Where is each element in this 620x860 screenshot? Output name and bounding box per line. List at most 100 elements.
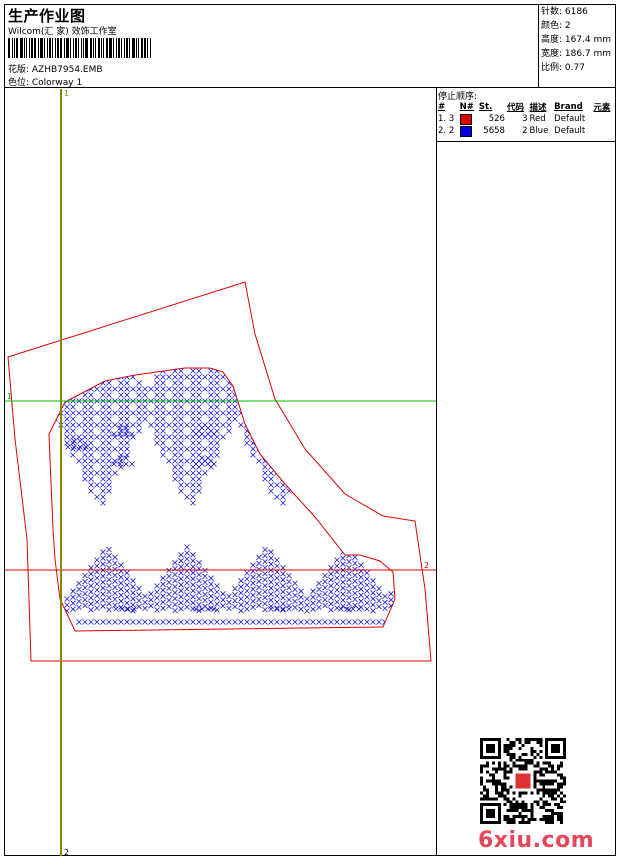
stitch-cross	[238, 596, 244, 602]
stitch-cross	[190, 494, 196, 500]
qr-module	[542, 794, 546, 798]
stitch-cross	[124, 576, 130, 582]
stitch-cross	[52, 392, 58, 398]
stitch-cross	[190, 452, 196, 458]
stitch-cross	[178, 600, 184, 606]
qr-module	[521, 791, 525, 795]
stitch-cross	[112, 386, 118, 392]
qr-module	[551, 779, 555, 783]
stitch-cross	[190, 600, 196, 606]
qr-module	[480, 797, 483, 801]
stitch-cross	[286, 606, 292, 612]
design-canvas[interactable]: 1 2 1 2	[5, 89, 436, 856]
stitch-cross	[100, 428, 106, 434]
stitch-cross	[199, 461, 205, 467]
barcode-bar	[116, 38, 117, 58]
qr-module	[548, 821, 552, 824]
stitch-cross	[76, 619, 82, 625]
qr-module	[563, 800, 566, 804]
stitch-cross	[196, 380, 202, 386]
qr-module	[506, 770, 510, 774]
stitch-cross	[136, 392, 142, 398]
stitch-cross	[142, 599, 148, 606]
stitch-cross	[358, 580, 364, 586]
stitch-cross	[71, 444, 77, 450]
stitch-cross	[178, 440, 184, 446]
stitch-cross	[64, 404, 70, 410]
stitch-cross	[172, 464, 178, 470]
stitch-cross	[88, 392, 94, 398]
stitch-cross	[286, 452, 292, 458]
stitch-cross	[280, 380, 286, 386]
stitch-cross	[268, 458, 274, 464]
stitch-cross	[286, 584, 292, 591]
barcode-bar	[70, 38, 71, 58]
stitch-cross	[160, 587, 166, 593]
stitch-cross	[257, 363, 262, 368]
stitch-cross	[256, 590, 262, 597]
barcode-bar	[90, 38, 92, 58]
qr-module	[512, 821, 516, 824]
stitch-cross	[172, 619, 178, 625]
stitch-cross	[100, 470, 106, 476]
guide-label-top: 1	[64, 89, 69, 98]
qr-module	[548, 818, 552, 822]
stitch-cross	[88, 428, 94, 434]
qr-module	[509, 800, 513, 804]
stitch-cross	[196, 589, 202, 596]
stitch-cross	[244, 410, 250, 416]
stitch-cross	[184, 470, 190, 476]
barcode-bar	[60, 38, 62, 58]
stitch-cross	[118, 568, 124, 574]
stitch-cross	[190, 446, 196, 452]
qr-module	[518, 764, 522, 768]
stitch-cross	[124, 386, 130, 392]
stitch-cross	[70, 410, 76, 416]
stitch-cross	[281, 363, 286, 368]
stitch-cross	[106, 428, 112, 434]
qr-module	[503, 773, 507, 777]
stitch-cross	[112, 446, 118, 452]
stitch-cross	[256, 578, 262, 585]
stitch-cross	[268, 404, 274, 410]
stitch-cross	[280, 577, 286, 583]
qr-finder	[485, 809, 495, 819]
qr-module	[545, 761, 549, 765]
qr-module	[500, 785, 504, 789]
stitch-cross	[119, 363, 124, 368]
stitch-cross	[340, 585, 346, 591]
stitch-cross	[70, 588, 76, 594]
stitch-cross	[94, 374, 100, 380]
qr-module	[563, 794, 566, 798]
qr-module	[554, 797, 558, 801]
stitch-cross	[196, 583, 202, 590]
qr-module	[536, 800, 540, 804]
stitch-cross	[364, 619, 370, 625]
qr-module	[548, 770, 552, 774]
stitch-cross	[190, 619, 196, 625]
stitch-cross	[280, 434, 286, 440]
qr-module	[539, 788, 543, 792]
stitch-cross	[154, 410, 160, 416]
stitch-cross	[94, 619, 100, 625]
stitch-cross	[208, 392, 214, 398]
stitch-cross	[83, 363, 88, 368]
stitch-cross	[124, 404, 130, 410]
barcode-bar	[52, 38, 53, 58]
stitch-cross	[328, 619, 334, 625]
qr-module	[557, 803, 561, 807]
stitch-cross	[280, 571, 286, 577]
stats-divider	[538, 4, 539, 87]
qr-module	[548, 803, 552, 807]
stitch-cross	[196, 482, 202, 488]
stitch-cross	[310, 588, 316, 594]
qr-module	[536, 788, 540, 792]
stitch-cross	[160, 619, 166, 625]
stitch-cross	[196, 404, 202, 410]
stitch-cross	[202, 573, 208, 580]
stitch-cross	[250, 380, 256, 386]
stitch-cross	[190, 476, 196, 482]
stitch-cross	[205, 431, 211, 437]
stitch-cross	[287, 357, 292, 362]
stitch-cross	[178, 476, 184, 482]
